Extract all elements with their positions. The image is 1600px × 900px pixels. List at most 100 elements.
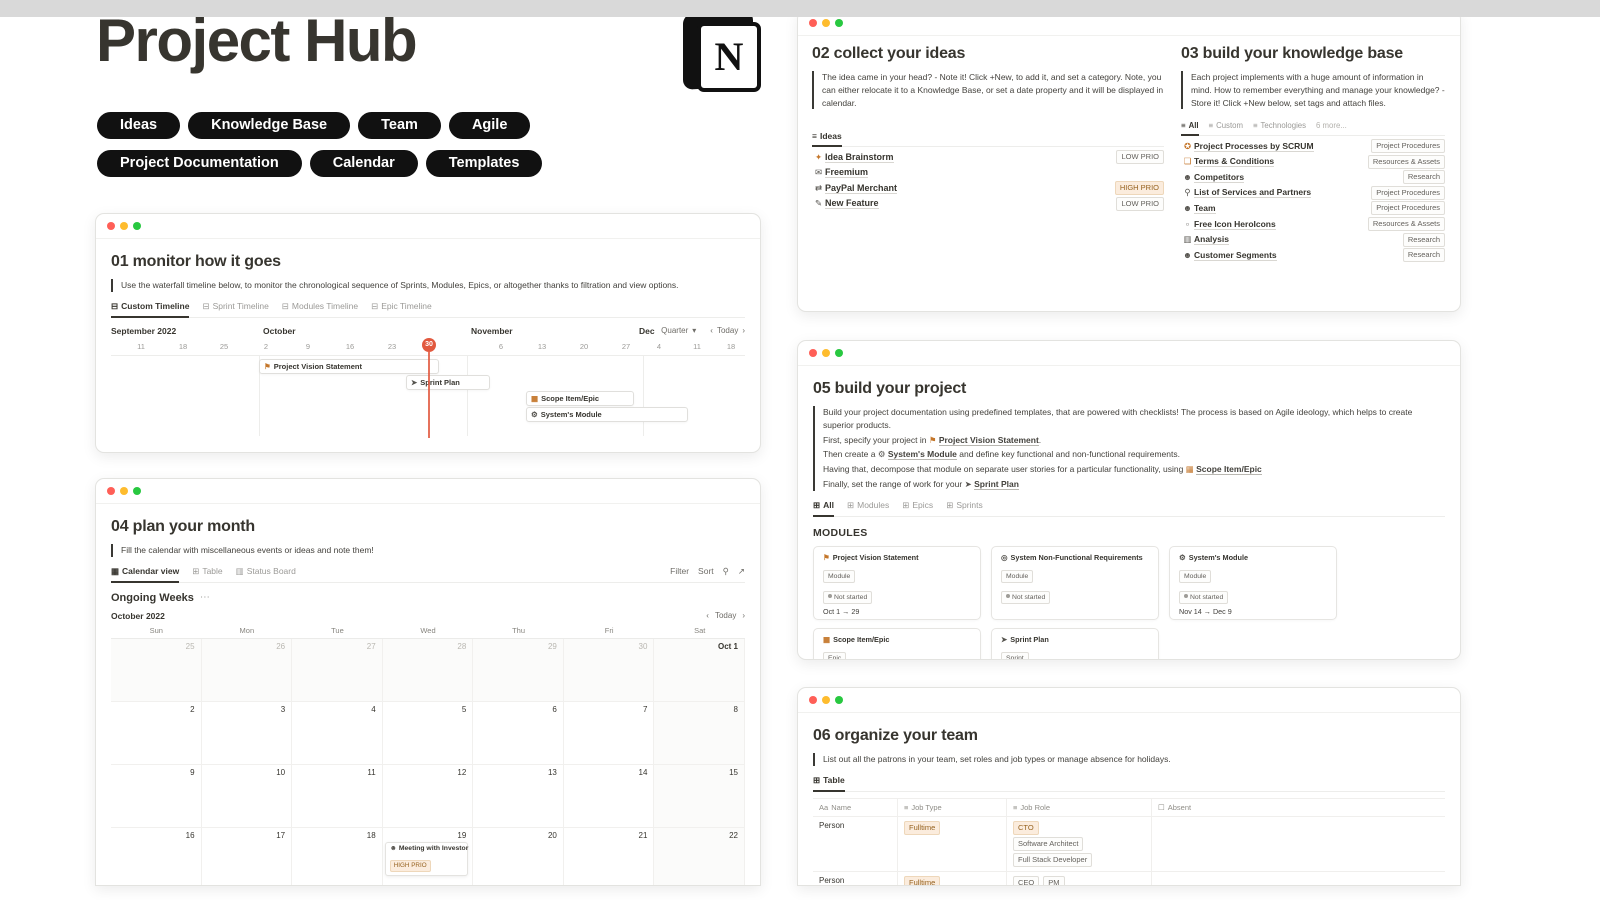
close-button[interactable]: [107, 487, 115, 495]
day-cell[interactable]: 13: [473, 765, 564, 828]
day-cell[interactable]: 28: [383, 639, 474, 702]
tab-all[interactable]: ⊞All: [813, 500, 834, 511]
day-cell[interactable]: 6: [473, 702, 564, 765]
day-cell[interactable]: 11: [292, 765, 383, 828]
tab-more[interactable]: 6 more...: [1316, 121, 1347, 130]
tab-custom-timeline[interactable]: ⊟Custom Timeline: [111, 301, 189, 312]
tab-modules-timeline[interactable]: ⊟Modules Timeline: [282, 301, 358, 312]
minimize-button[interactable]: [822, 696, 830, 704]
idea-row[interactable]: ⇄ PayPal Merchant HIGH PRIO: [812, 180, 1164, 196]
next-month-button[interactable]: ›: [742, 611, 745, 620]
page-link[interactable]: Project Vision Statement: [939, 435, 1039, 446]
tab-sprint-timeline[interactable]: ⊟Sprint Timeline: [202, 301, 268, 312]
filter-button[interactable]: Filter: [670, 566, 689, 577]
timeline-bar-systems-module[interactable]: ⚙ System's Module: [526, 407, 688, 422]
day-cell[interactable]: 22: [654, 828, 745, 886]
knowledge-row[interactable]: ⚲ List of Services and Partners Project …: [1181, 185, 1445, 201]
tab-ideas[interactable]: ≡Ideas: [812, 131, 842, 141]
idea-row[interactable]: ✎ New Feature LOW PRIO: [812, 196, 1164, 212]
tab-modules[interactable]: ⊞Modules: [847, 500, 889, 511]
day-cell[interactable]: 30: [564, 639, 655, 702]
sort-button[interactable]: Sort: [698, 566, 714, 577]
knowledge-row[interactable]: ☻ Team Project Procedures: [1181, 201, 1445, 217]
timeline-bar-scope-item[interactable]: ▦ Scope Item/Epic: [526, 391, 634, 406]
day-cell[interactable]: 12: [383, 765, 474, 828]
day-cell[interactable]: 29: [473, 639, 564, 702]
day-cell[interactable]: 5: [383, 702, 474, 765]
day-cell[interactable]: 18: [292, 828, 383, 886]
table-row[interactable]: Person Fulltime CEO PM: [813, 872, 1445, 886]
minimize-button[interactable]: [120, 222, 128, 230]
zoom-button[interactable]: [835, 349, 843, 357]
pill-calendar[interactable]: Calendar: [310, 150, 418, 177]
close-button[interactable]: [809, 349, 817, 357]
pill-ideas[interactable]: Ideas: [97, 112, 180, 139]
card-systems-module[interactable]: ⚙System's Module Module Not started Nov …: [1169, 546, 1337, 620]
minimize-button[interactable]: [822, 19, 830, 27]
day-cell[interactable]: 3: [202, 702, 293, 765]
close-button[interactable]: [107, 222, 115, 230]
calendar-event-card[interactable]: ☻ Meeting with Investor HIGH PRIO: [385, 842, 469, 876]
day-cell[interactable]: 20: [473, 828, 564, 886]
tab-technologies[interactable]: ≡Technologies: [1253, 121, 1306, 130]
timeline-bar-sprint-plan[interactable]: ➤ Sprint Plan: [406, 375, 490, 390]
prev-button[interactable]: ‹: [710, 326, 713, 335]
card-scope-item[interactable]: ▦Scope Item/Epic Epic Not started Nov 14…: [813, 628, 981, 661]
minimize-button[interactable]: [822, 349, 830, 357]
pill-knowledge-base[interactable]: Knowledge Base: [188, 112, 350, 139]
day-cell[interactable]: 8: [654, 702, 745, 765]
page-link[interactable]: System's Module: [888, 449, 957, 460]
day-cell[interactable]: 27: [292, 639, 383, 702]
pill-project-documentation[interactable]: Project Documentation: [97, 150, 302, 177]
close-button[interactable]: [809, 696, 817, 704]
tab-sprints[interactable]: ⊞Sprints: [946, 500, 983, 511]
tab-epics[interactable]: ⊞Epics: [902, 500, 933, 511]
day-cell[interactable]: 25: [111, 639, 202, 702]
tab-table[interactable]: ⊞Table: [813, 775, 845, 786]
minimize-button[interactable]: [120, 487, 128, 495]
knowledge-row[interactable]: ☻ Customer Segments Research: [1181, 247, 1445, 263]
expand-icon[interactable]: ↗: [738, 566, 745, 577]
day-cell[interactable]: 7: [564, 702, 655, 765]
page-link[interactable]: Scope Item/Epic: [1196, 464, 1262, 475]
pill-templates[interactable]: Templates: [426, 150, 543, 177]
day-cell[interactable]: 17: [202, 828, 293, 886]
day-cell[interactable]: 21: [564, 828, 655, 886]
close-button[interactable]: [809, 19, 817, 27]
pill-team[interactable]: Team: [358, 112, 441, 139]
zoom-button[interactable]: [133, 222, 141, 230]
card-project-vision[interactable]: ⚑Project Vision Statement Module Not sta…: [813, 546, 981, 620]
tab-status-board[interactable]: ▥Status Board: [236, 566, 296, 577]
tab-custom[interactable]: ≡Custom: [1209, 121, 1243, 130]
timeline-bar-project-vision[interactable]: ⚑ Project Vision Statement: [259, 359, 439, 374]
day-cell[interactable]: 14: [564, 765, 655, 828]
more-options-icon[interactable]: ⋯: [200, 592, 211, 603]
today-button[interactable]: Today: [717, 326, 738, 335]
tab-epic-timeline[interactable]: ⊟Epic Timeline: [371, 301, 432, 312]
day-cell[interactable]: 10: [202, 765, 293, 828]
idea-row[interactable]: ✦ Idea Brainstorm LOW PRIO: [812, 149, 1164, 165]
table-row[interactable]: Person Fulltime CTO Software Architect F…: [813, 817, 1445, 872]
prev-month-button[interactable]: ‹: [706, 611, 709, 620]
knowledge-row[interactable]: ✪ Project Processes by SCRUM Project Pro…: [1181, 138, 1445, 154]
card-nonfunctional-reqs[interactable]: ◎System Non-Functional Requirements Modu…: [991, 546, 1159, 620]
day-cell[interactable]: 16: [111, 828, 202, 886]
next-button[interactable]: ›: [742, 326, 745, 335]
zoom-button[interactable]: [835, 696, 843, 704]
page-link[interactable]: Sprint Plan: [974, 479, 1019, 490]
tab-all[interactable]: ≡All: [1181, 121, 1199, 130]
search-icon[interactable]: ⚲: [723, 566, 729, 577]
tab-calendar-view[interactable]: ▦Calendar view: [111, 566, 179, 577]
knowledge-row[interactable]: ▥ Analysis Research: [1181, 232, 1445, 248]
zoom-button[interactable]: [133, 487, 141, 495]
day-cell[interactable]: 9: [111, 765, 202, 828]
today-marker[interactable]: 30: [422, 338, 436, 352]
knowledge-row[interactable]: ▫ Free Icon HeroIcons Resources & Assets: [1181, 216, 1445, 232]
knowledge-row[interactable]: ❏ Terms & Conditions Resources & Assets: [1181, 154, 1445, 170]
card-sprint-plan[interactable]: ➤Sprint Plan Sprint Not started Oct 23 →…: [991, 628, 1159, 661]
pill-agile[interactable]: Agile: [449, 112, 530, 139]
knowledge-row[interactable]: ☻ Competitors Research: [1181, 169, 1445, 185]
day-cell[interactable]: 26: [202, 639, 293, 702]
day-cell-oct-1[interactable]: Oct 1: [654, 639, 745, 702]
day-cell[interactable]: 2: [111, 702, 202, 765]
